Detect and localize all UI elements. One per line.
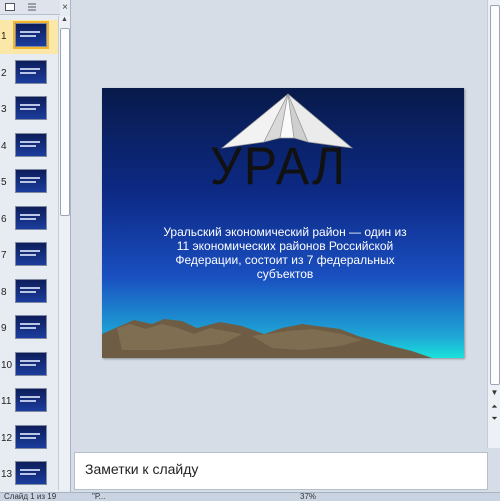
slide-thumbnail-list: 1 2 3 4 5 6 7 8 9 10 11 12 13 bbox=[0, 16, 58, 492]
panel-tabs bbox=[0, 0, 60, 15]
thumbnail-scrollbar[interactable]: ▲ bbox=[58, 16, 70, 490]
previous-slide-icon[interactable]: ⏶ bbox=[488, 402, 500, 413]
slide-thumbnail[interactable]: 8 bbox=[0, 276, 58, 310]
slide-thumbnail-number: 11 bbox=[1, 396, 12, 407]
slide-thumbnail-preview[interactable] bbox=[15, 351, 47, 376]
slide-thumbnail[interactable]: 12 bbox=[0, 422, 58, 456]
slide-thumbnail-number: 5 bbox=[1, 177, 7, 188]
next-slide-icon[interactable]: ⏷ bbox=[488, 414, 500, 425]
scroll-up-icon[interactable]: ▲ bbox=[59, 16, 70, 26]
slide-thumbnail-preview[interactable] bbox=[15, 169, 47, 193]
slide-thumbnail-preview[interactable] bbox=[15, 242, 47, 266]
slide-thumbnail-preview[interactable] bbox=[15, 96, 47, 120]
slide-thumbnail[interactable]: 3 bbox=[0, 93, 58, 127]
slide-thumbnail-preview[interactable] bbox=[15, 315, 47, 339]
slide-canvas[interactable]: УРАЛ Уральский экономический район — оди… bbox=[102, 88, 464, 358]
slide-thumbnail-preview[interactable] bbox=[15, 424, 47, 449]
slide-thumbnail[interactable]: 1 bbox=[0, 20, 58, 54]
slide-thumbnail-number: 4 bbox=[1, 140, 7, 152]
slide-thumbnail-number: 8 bbox=[1, 286, 7, 298]
slides-panel: × 1 2 3 4 5 6 7 8 9 10 11 12 13 ▲ bbox=[0, 0, 71, 492]
slide-thumbnail[interactable]: 9 bbox=[0, 312, 58, 346]
slide-thumbnail[interactable]: 2 bbox=[0, 57, 58, 91]
outline-tab-icon[interactable] bbox=[22, 0, 42, 13]
slide-thumbnail-preview[interactable] bbox=[15, 59, 47, 84]
slide-thumbnail-number: 10 bbox=[1, 359, 13, 371]
slide-thumbnail-number: 13 bbox=[1, 469, 13, 480]
notes-pane[interactable]: Заметки к слайду bbox=[74, 452, 488, 490]
close-icon[interactable]: × bbox=[60, 0, 70, 14]
slide-thumbnail-preview[interactable] bbox=[15, 388, 47, 412]
slide-thumbnail[interactable]: 5 bbox=[0, 166, 58, 200]
slide-graphics bbox=[102, 93, 432, 358]
slide-thumbnail[interactable]: 7 bbox=[0, 239, 58, 273]
scrollbar-thumb[interactable] bbox=[60, 28, 70, 216]
notes-placeholder: Заметки к слайду bbox=[85, 461, 199, 477]
slide-thumbnail-preview[interactable] bbox=[13, 21, 49, 49]
slide-thumbnail[interactable]: 10 bbox=[0, 349, 58, 383]
slide-thumbnail-number: 3 bbox=[1, 104, 7, 115]
editor-scrollbar-thumb[interactable] bbox=[490, 5, 500, 385]
slides-tab-icon[interactable] bbox=[0, 0, 20, 13]
slide-thumbnail-number: 1 bbox=[1, 31, 7, 42]
slide-thumbnail[interactable]: 6 bbox=[0, 203, 58, 237]
slide-thumbnail[interactable]: 11 bbox=[0, 385, 58, 419]
slide-title[interactable]: УРАЛ bbox=[210, 136, 347, 197]
slide-thumbnail[interactable]: 4 bbox=[0, 130, 58, 164]
editor-scrollbar[interactable]: ▼ ⏶ ⏷ bbox=[487, 0, 500, 448]
slide-subtitle[interactable]: Уральский экономический район — один из … bbox=[157, 225, 413, 281]
slide-thumbnail-number: 9 bbox=[1, 323, 7, 334]
slide-thumbnail-preview[interactable] bbox=[15, 461, 47, 485]
slide-thumbnail-preview[interactable] bbox=[15, 205, 47, 230]
slide-thumbnail[interactable]: 13 bbox=[0, 458, 58, 492]
mountains-graphic bbox=[102, 319, 432, 358]
slide-thumbnail-number: 12 bbox=[1, 432, 13, 444]
slide-thumbnail-preview[interactable] bbox=[15, 132, 47, 157]
scroll-down-icon[interactable]: ▼ bbox=[488, 388, 500, 399]
slide-thumbnail-number: 7 bbox=[1, 250, 7, 261]
slide-thumbnail-preview[interactable] bbox=[15, 278, 47, 303]
slide-thumbnail-number: 2 bbox=[1, 67, 7, 79]
slide-thumbnail-number: 6 bbox=[1, 213, 7, 225]
